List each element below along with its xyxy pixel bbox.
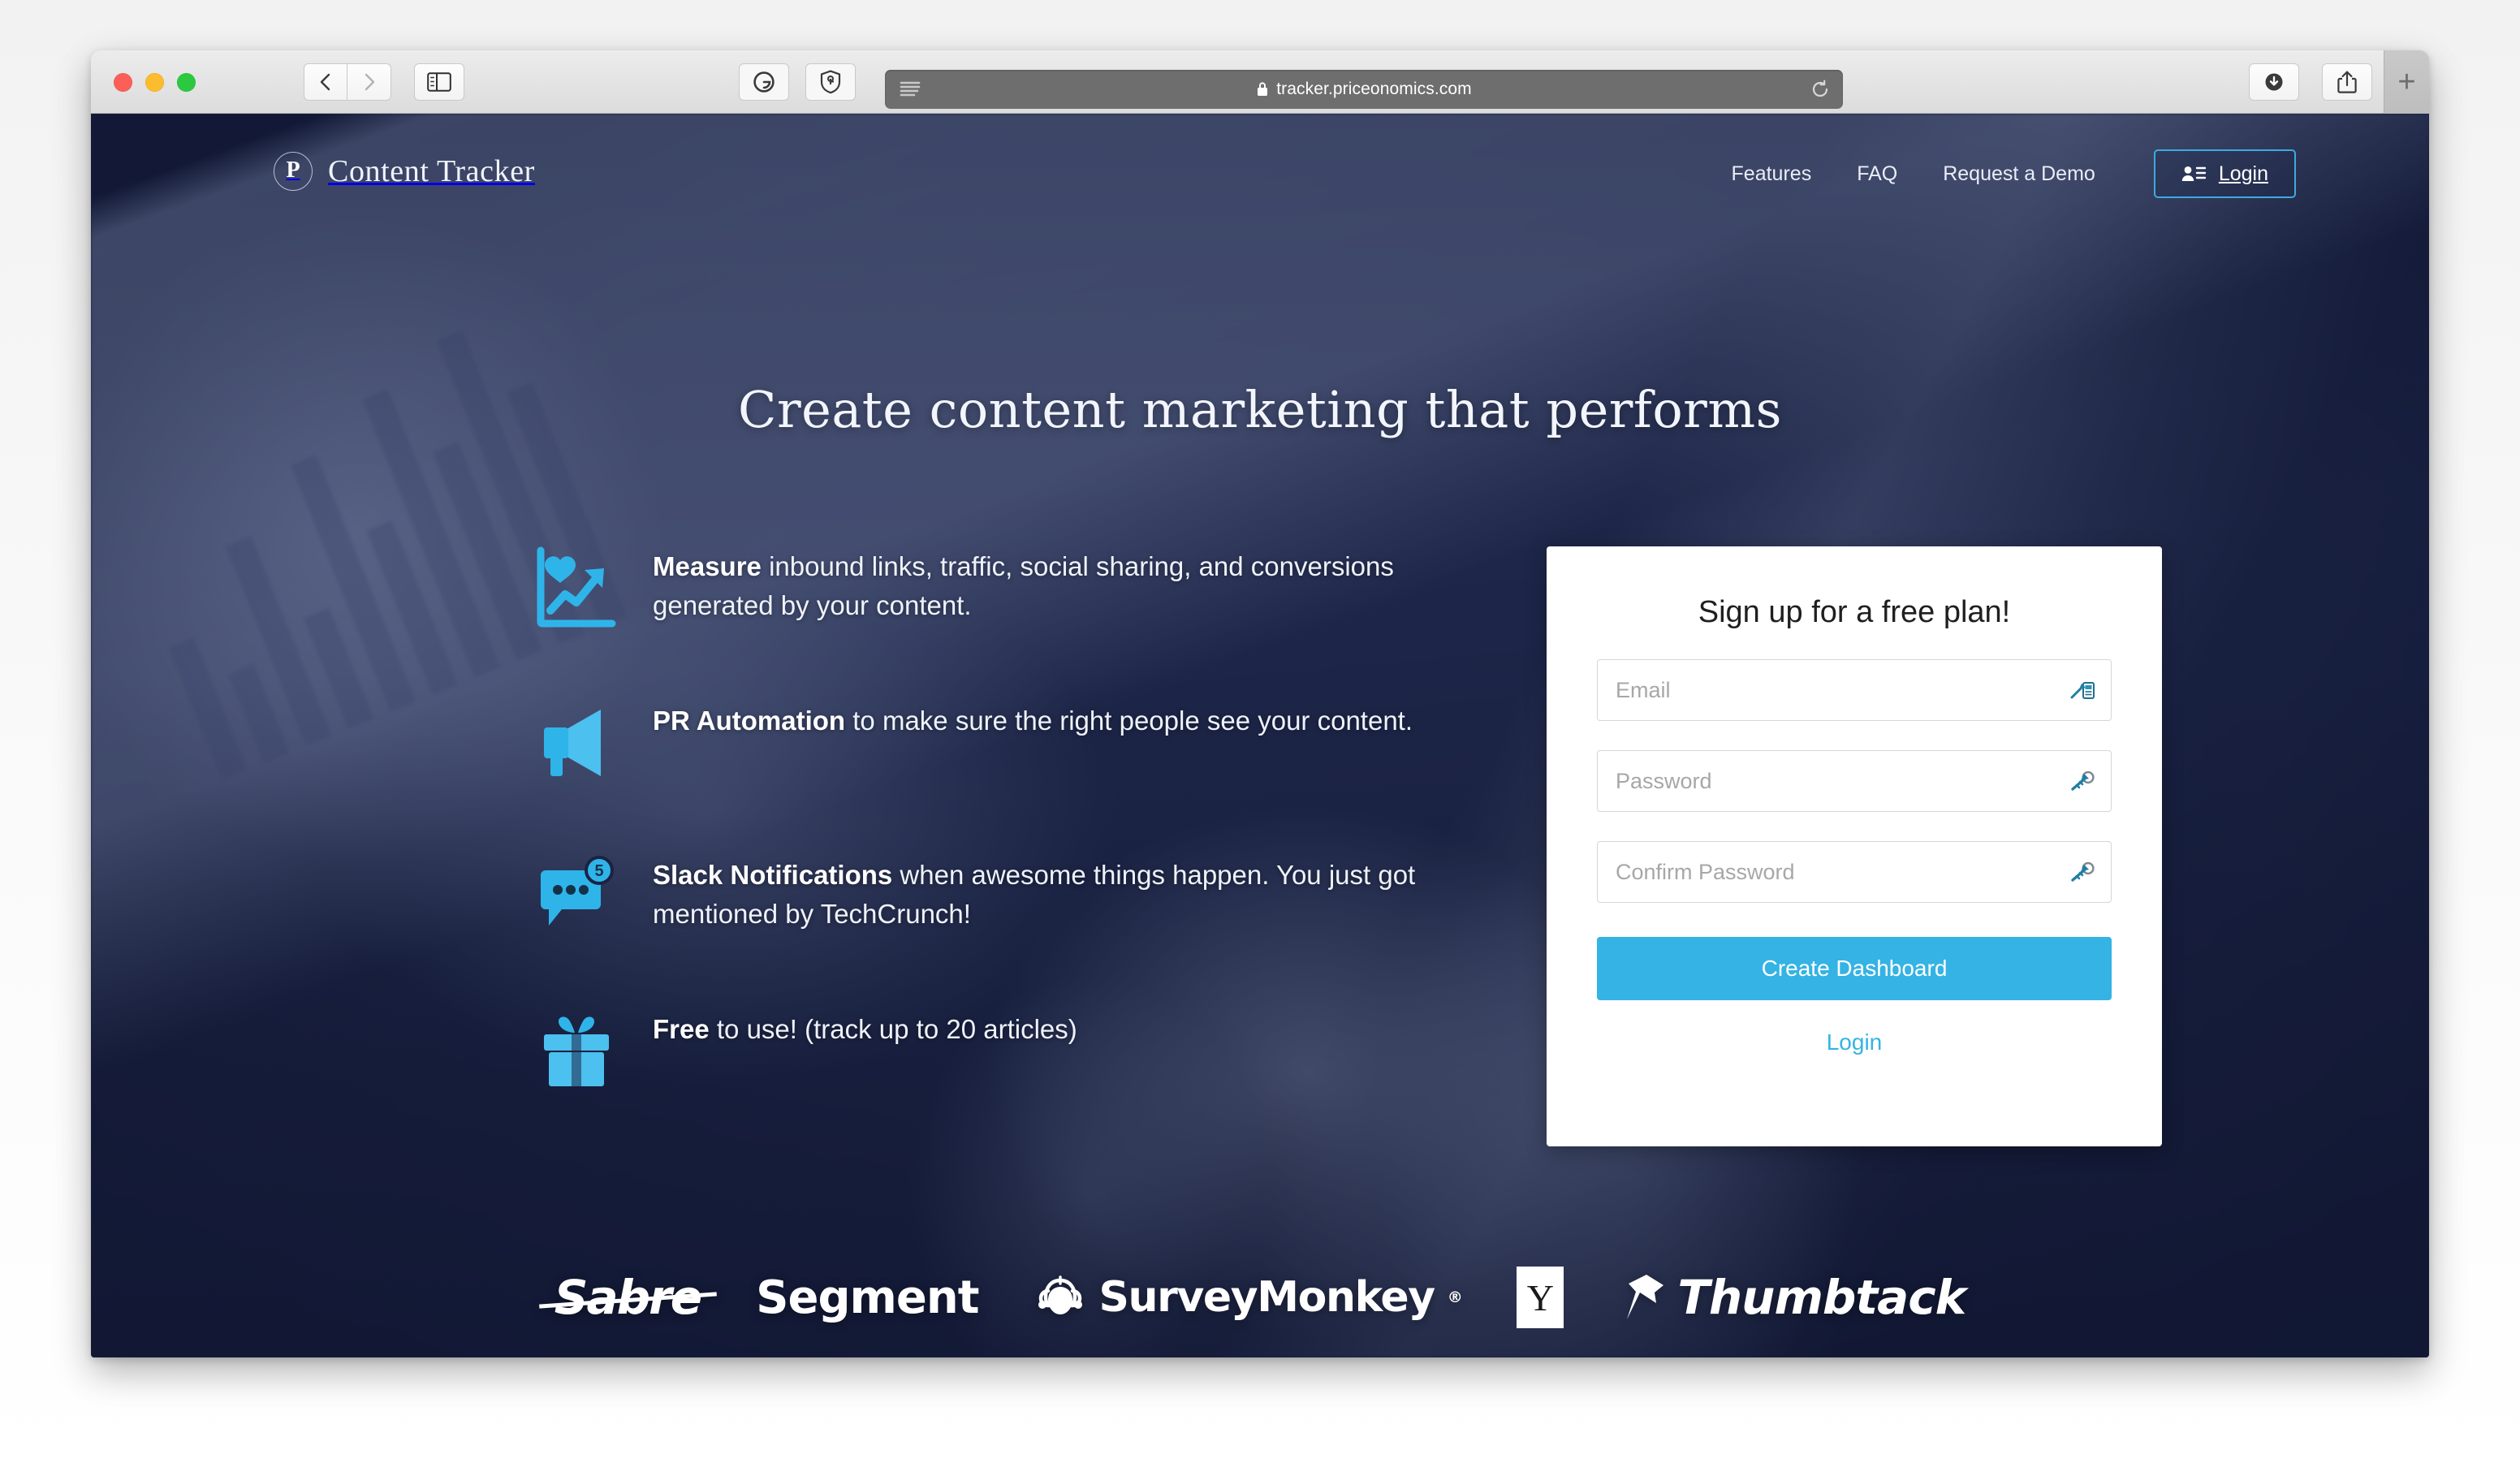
client-logo-ycombinator: Y — [1517, 1267, 1564, 1328]
close-window-button[interactable] — [114, 73, 132, 92]
feature-text-pr-automation: PR Automation to make sure the right peo… — [653, 690, 1413, 740]
megaphone-icon — [533, 698, 620, 786]
nav-item-faq[interactable]: FAQ — [1834, 162, 1920, 186]
feature-rest-free: to use! (track up to 20 articles) — [709, 1014, 1077, 1044]
address-bar[interactable]: tracker.priceonomics.com — [885, 70, 1843, 109]
client-logo-segment: Segment — [756, 1271, 979, 1324]
feature-rest-pr-automation: to make sure the right people see your c… — [845, 706, 1413, 736]
share-button[interactable] — [2322, 63, 2372, 101]
client-logo-thumbtack-text: Thumbtack — [1677, 1270, 1966, 1325]
email-input[interactable] — [1598, 660, 2111, 720]
notification-badge-count: 5 — [594, 862, 603, 880]
feature-item-measure: Measure inbound links, traffic, social s… — [533, 536, 1442, 658]
feature-text-free: Free to use! (track up to 20 articles) — [653, 999, 1077, 1049]
signup-title: Sign up for a free plan! — [1698, 595, 2011, 629]
card-login-link[interactable]: Login — [1597, 1029, 2112, 1055]
nav-item-request-a-demo[interactable]: Request a Demo — [1920, 162, 2118, 186]
address-bar-text-group: tracker.priceonomics.com — [885, 80, 1843, 99]
1password-key-icon[interactable] — [2069, 767, 2096, 795]
1password-autofill-icon[interactable] — [2069, 676, 2096, 704]
back-button[interactable] — [304, 63, 347, 101]
sidebar-toggle-button[interactable] — [414, 63, 464, 101]
surveymonkey-monkey-icon — [1038, 1275, 1082, 1314]
1password-key-icon[interactable] — [2069, 858, 2096, 886]
feature-text-slack-notifications: Slack Notifications when awesome things … — [653, 844, 1442, 934]
forward-button[interactable] — [347, 63, 391, 101]
privacy-shield-extension-icon — [820, 70, 841, 94]
feature-item-pr-automation: PR Automation to make sure the right peo… — [533, 690, 1442, 812]
brand-logo[interactable]: P Content Tracker — [274, 152, 535, 191]
feature-text-measure: Measure inbound links, traffic, social s… — [653, 536, 1442, 625]
client-logo-strip: Sabre Segment SurveyMonkey ® Y Thumbtack — [91, 1267, 2429, 1328]
nav-item-features[interactable]: Features — [1709, 162, 1835, 186]
header-login-label: Login — [2218, 162, 2268, 185]
page-title: Create content marketing that performs — [738, 380, 1782, 439]
window-controls — [114, 73, 196, 92]
brand-name: Content Tracker — [328, 154, 535, 188]
header-login-button[interactable]: Login — [2153, 149, 2296, 198]
maximize-window-button[interactable] — [177, 73, 196, 92]
grammarly-extension-icon — [753, 71, 775, 93]
client-logo-surveymonkey-text: SurveyMonkey — [1098, 1273, 1436, 1322]
feature-list: Measure inbound links, traffic, social s… — [533, 536, 1442, 1153]
create-dashboard-button[interactable]: Create Dashboard — [1597, 937, 2112, 1000]
feature-strong-measure: Measure — [653, 551, 762, 581]
sidebar-toggle-icon — [427, 72, 451, 92]
site-header: P Content Tracker Features FAQ Request a… — [91, 114, 2429, 219]
new-tab-label: + — [2397, 65, 2416, 99]
privacy-shield-extension-button[interactable] — [805, 63, 856, 101]
pushpin-icon — [1627, 1275, 1664, 1319]
user-list-icon — [2181, 166, 2206, 181]
new-tab-button[interactable]: + — [2384, 50, 2429, 114]
chat-bubble-notification-icon: 5 — [533, 852, 620, 940]
downloads-icon — [2265, 73, 2283, 91]
feature-strong-free: Free — [653, 1014, 710, 1044]
url-text: tracker.priceonomics.com — [1276, 80, 1472, 98]
password-field[interactable] — [1597, 750, 2112, 812]
line-chart-heart-icon — [533, 544, 620, 632]
minimize-window-button[interactable] — [145, 73, 164, 92]
client-logo-thumbtack: Thumbtack — [1591, 1270, 1993, 1325]
confirm-password-input[interactable] — [1598, 842, 2111, 902]
brand-mark-icon: P — [274, 152, 313, 191]
reload-icon[interactable] — [1810, 80, 1830, 103]
email-field[interactable] — [1597, 659, 2112, 721]
lock-icon — [1258, 82, 1268, 96]
grammarly-extension-button[interactable] — [739, 63, 789, 101]
feature-strong-slack-notifications: Slack Notifications — [653, 860, 893, 890]
downloads-button[interactable] — [2249, 63, 2299, 101]
client-logo-sabre: Sabre — [527, 1270, 728, 1325]
site-nav: Features FAQ Request a Demo Login — [1709, 149, 2296, 198]
client-logo-surveymonkey: SurveyMonkey ® — [1007, 1273, 1490, 1322]
confirm-password-field[interactable] — [1597, 841, 2112, 903]
password-input[interactable] — [1598, 751, 2111, 811]
feature-rest-measure: inbound links, traffic, social sharing, … — [653, 551, 1394, 621]
feature-strong-pr-automation: PR Automation — [653, 706, 846, 736]
browser-window: tracker.priceonomics.com + P Content Tra… — [91, 50, 2429, 1357]
gift-box-icon — [533, 1007, 620, 1094]
back-chevron-icon — [320, 73, 330, 91]
page-viewport: P Content Tracker Features FAQ Request a… — [91, 114, 2429, 1357]
forward-chevron-icon — [365, 73, 374, 91]
registered-trademark-mark: ® — [1447, 1288, 1463, 1306]
feature-item-slack-notifications: 5 Slack Notifications when awesome thing… — [533, 844, 1442, 966]
signup-card: Sign up for a free plan! Email Create Da… — [1547, 546, 2162, 1146]
browser-toolbar: tracker.priceonomics.com + — [91, 50, 2429, 114]
share-icon — [2337, 71, 2357, 93]
feature-item-free: Free to use! (track up to 20 articles) — [533, 999, 1442, 1120]
reader-view-icon[interactable] — [900, 80, 921, 102]
